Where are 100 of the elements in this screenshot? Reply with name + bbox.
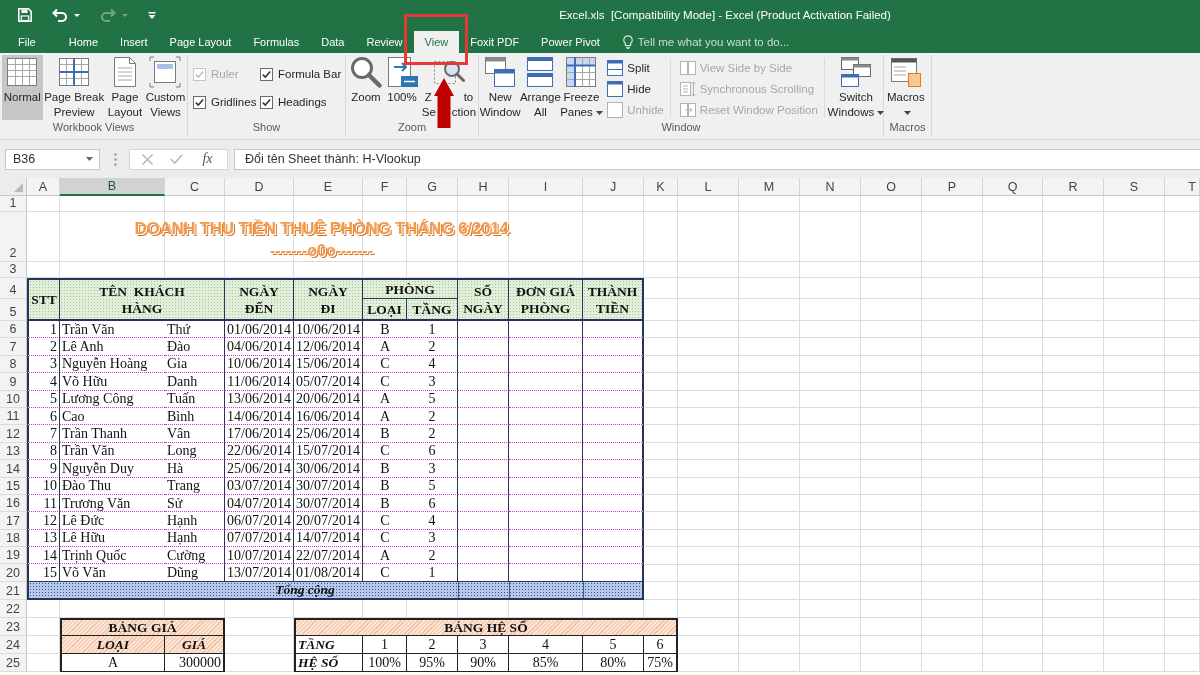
custom-views-button[interactable]: Custom Views — [143, 55, 187, 120]
column-header[interactable]: N — [800, 178, 861, 196]
column-header[interactable]: P — [922, 178, 983, 196]
group-label: Zoom — [397, 120, 427, 135]
column-header[interactable]: M — [739, 178, 800, 196]
ribbon-tab[interactable]: Foxit PDF — [459, 30, 531, 53]
zoom-button[interactable]: 100% — [384, 55, 420, 120]
table-cell: Lê Anh — [60, 338, 165, 356]
column-header[interactable]: R — [1043, 178, 1104, 196]
column-header[interactable]: K — [644, 178, 678, 196]
checkbox[interactable] — [260, 67, 273, 81]
table-cell: Nguyễn Duy — [60, 460, 165, 478]
table-cell: A — [363, 338, 407, 356]
column-header[interactable]: T — [1165, 178, 1200, 196]
check-icon[interactable] — [170, 154, 184, 164]
table-cell: 4 — [27, 373, 60, 391]
table-cell: Hà — [165, 460, 225, 478]
table-header: PHÒNG — [363, 278, 458, 299]
table-cell: 12/06/2014 — [294, 338, 363, 356]
row-header[interactable]: 7 — [0, 338, 27, 356]
switch-windows-button[interactable]: Switch Windows — [828, 55, 883, 120]
row-header[interactable]: 19 — [0, 547, 27, 565]
page-grid-icon — [58, 56, 91, 88]
ribbon-tab[interactable]: View — [413, 31, 460, 53]
table-cell: 10/06/2014 — [294, 321, 363, 339]
table-cell: B — [363, 460, 407, 478]
view-button[interactable]: Page Break Preview — [42, 55, 106, 120]
sheet-title: DOANH THU TIỀN THUÊ PHÒNG THÁNG 6/2014 — [134, 219, 509, 239]
ribbon-tab[interactable]: Formulas — [242, 30, 311, 53]
ribbon-tab[interactable]: Insert — [109, 30, 159, 53]
ribbon-tab[interactable]: Review — [355, 30, 414, 53]
save-icon[interactable] — [18, 8, 32, 22]
column-header[interactable]: S — [1104, 178, 1165, 196]
table-cell: C — [363, 564, 407, 582]
window-command[interactable]: Hide — [605, 78, 666, 99]
row-header[interactable]: 4 — [0, 278, 27, 299]
column-header[interactable]: O — [861, 178, 922, 196]
window-button[interactable]: Arrange All — [520, 55, 561, 120]
column-header[interactable]: C — [165, 178, 225, 196]
show-option[interactable]: Headings — [260, 92, 342, 112]
row-header[interactable]: 12 — [0, 425, 27, 443]
ribbon-tab[interactable]: Page Layout — [158, 30, 243, 53]
row-header[interactable]: 1 — [0, 196, 27, 212]
table-cell: C — [363, 373, 407, 391]
window-button[interactable]: Freeze Panes — [560, 55, 603, 120]
magnifier-icon — [350, 56, 382, 88]
row-header[interactable]: 2 — [0, 212, 27, 262]
column-header[interactable]: E — [294, 178, 363, 196]
row-header[interactable]: 14 — [0, 460, 27, 478]
lightbulb-icon — [622, 34, 633, 49]
column-header[interactable]: L — [678, 178, 739, 196]
column-header[interactable]: A — [27, 178, 60, 196]
column-header[interactable]: I — [509, 178, 583, 196]
ribbon-tab[interactable]: Power Pivot — [530, 30, 611, 53]
row-header[interactable]: 5 — [0, 299, 27, 321]
row-header[interactable]: 17 — [0, 512, 27, 530]
zoom-button[interactable]: Z to Se ction — [420, 55, 478, 120]
ribbon-tab[interactable]: File — [0, 30, 58, 53]
table-cell: 17/06/2014 — [225, 425, 294, 443]
insert-function-button[interactable]: fx — [200, 151, 215, 167]
table-cell: 3 — [407, 460, 458, 478]
column-header[interactable]: D — [225, 178, 294, 196]
checkbox[interactable] — [260, 95, 273, 109]
ribbon-tab[interactable]: Home — [57, 30, 110, 53]
table-header: NGÀY ĐI — [294, 278, 363, 321]
window-command[interactable]: Split — [605, 57, 666, 78]
show-option[interactable]: Formula Bar — [260, 64, 342, 84]
table-cell: B — [363, 425, 407, 443]
view-button[interactable]: Normal — [2, 55, 43, 120]
column-header[interactable]: F — [363, 178, 407, 196]
table-cell: 9 — [27, 460, 60, 478]
table-cell: 04/06/2014 — [225, 338, 294, 356]
macros-button[interactable]: Macros — [885, 55, 927, 120]
row-header[interactable]: 9 — [0, 373, 27, 391]
window-button[interactable]: New Window — [480, 55, 521, 120]
column-header[interactable]: Q — [983, 178, 1043, 196]
table-title: BẢNG GIÁ — [60, 617, 225, 636]
show-option[interactable]: Gridlines — [193, 92, 255, 112]
tell-me-field[interactable]: Tell me what you want to do... — [637, 35, 803, 48]
column-header[interactable]: G — [407, 178, 458, 196]
column-header[interactable]: J — [583, 178, 644, 196]
name-box[interactable]: B36 — [5, 148, 100, 170]
triangle-icon — [14, 183, 23, 192]
row-header[interactable]: 6 — [0, 321, 27, 339]
row-header[interactable]: 20 — [0, 564, 27, 582]
table-cell: Đào — [165, 338, 225, 356]
table-cell: 01/06/2014 — [225, 321, 294, 339]
ribbon-tab[interactable]: Data — [310, 30, 356, 53]
view-button[interactable]: Page Layout — [105, 55, 144, 120]
caret-icon[interactable] — [74, 13, 80, 17]
column-header[interactable]: H — [458, 178, 509, 196]
undo-icon[interactable] — [52, 8, 68, 22]
column-header[interactable]: B — [60, 178, 165, 196]
formula-input[interactable]: Đổi tên Sheet thành: H-Vlookup — [234, 148, 1200, 170]
table-cell: 30/06/2014 — [294, 460, 363, 478]
row-header[interactable]: 3 — [0, 262, 27, 278]
group-label: Macros — [889, 120, 926, 135]
zoom-button[interactable]: Zoom — [348, 55, 384, 120]
checkbox[interactable] — [193, 95, 206, 109]
line-caret-icon[interactable] — [148, 11, 156, 19]
